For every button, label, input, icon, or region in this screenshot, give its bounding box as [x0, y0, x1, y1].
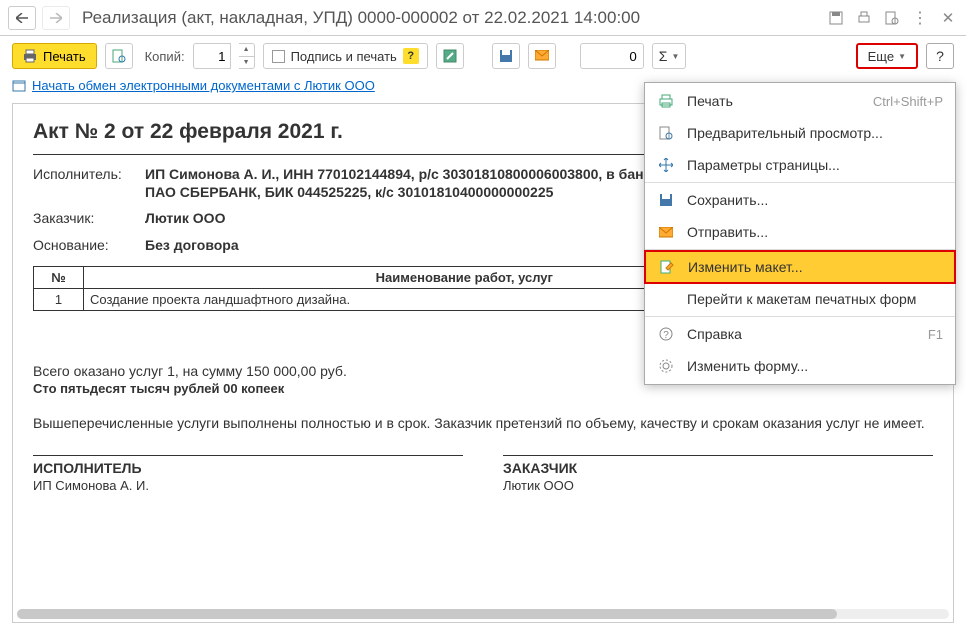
close-button[interactable]: ✕ [938, 8, 958, 28]
mail-icon [657, 223, 675, 241]
arrow-right-icon [50, 13, 62, 23]
chevron-down-icon: ▼ [898, 52, 906, 61]
more-dropdown: Печать Ctrl+Shift+P Предварительный прос… [644, 82, 956, 385]
chevron-down-icon: ▼ [671, 52, 679, 61]
print-button[interactable]: Печать [12, 43, 97, 69]
help-button[interactable]: ? [926, 43, 954, 69]
nav-back-button[interactable] [8, 6, 36, 30]
spinner-up[interactable]: ▲ [239, 44, 254, 57]
toolbar: Печать Копий: ▲▼ Подпись и печать ? Σ ▼ … [0, 36, 966, 76]
menu-save[interactable]: Сохранить... [645, 184, 955, 216]
sign-label: Подпись и печать [291, 49, 397, 64]
completion-note: Вышеперечисленные услуги выполнены полно… [33, 414, 933, 433]
edit-layout-icon [658, 258, 676, 276]
executor-label: Исполнитель: [33, 165, 145, 182]
printer-icon [657, 92, 675, 110]
blank-icon [657, 290, 675, 308]
horizontal-scrollbar[interactable] [17, 609, 949, 619]
page-params-icon [657, 156, 675, 174]
mail-icon [535, 50, 549, 62]
arrow-left-icon [16, 13, 28, 23]
print-header-icon[interactable] [854, 8, 874, 28]
titlebar: Реализация (акт, накладная, УПД) 0000-00… [0, 0, 966, 36]
more-button[interactable]: Еще ▼ [856, 43, 918, 69]
sig-executor-title: ИСПОЛНИТЕЛЬ [33, 460, 463, 476]
edo-link[interactable]: Начать обмен электронными документами с … [32, 78, 375, 93]
sign-stamp-button[interactable]: Подпись и печать ? [263, 43, 428, 69]
sigma-icon: Σ [659, 48, 668, 64]
more-header-icon[interactable]: ⋮ [910, 8, 930, 28]
nav-forward-button [42, 6, 70, 30]
scrollbar-thumb[interactable] [17, 609, 837, 619]
sign-checkbox[interactable] [272, 50, 285, 63]
menu-preview[interactable]: Предварительный просмотр... [645, 117, 955, 149]
save-button[interactable] [492, 43, 520, 69]
cell-num: 1 [34, 288, 84, 310]
copies-input[interactable] [193, 43, 231, 69]
link-icon [12, 80, 26, 92]
edit-icon [443, 49, 457, 63]
signature-row: ИСПОЛНИТЕЛЬ ИП Симонова А. И. ЗАКАЗЧИК Л… [33, 455, 933, 493]
settings-icon [657, 357, 675, 375]
preview-icon [112, 49, 126, 63]
sign-help-badge[interactable]: ? [403, 48, 419, 64]
copies-spinner[interactable]: ▲▼ [239, 43, 255, 69]
svg-text:?: ? [663, 330, 669, 341]
basis-label: Основание: [33, 236, 145, 253]
send-button[interactable] [528, 43, 556, 69]
help-icon: ? [657, 325, 675, 343]
save-header-icon[interactable] [826, 8, 846, 28]
preview-icon [657, 124, 675, 142]
sig-customer-name: Лютик ООО [503, 478, 933, 493]
sig-customer-title: ЗАКАЗЧИК [503, 460, 933, 476]
menu-send[interactable]: Отправить... [645, 216, 955, 248]
col-num: № [34, 266, 84, 288]
sum-input[interactable] [580, 43, 644, 69]
signature-customer: ЗАКАЗЧИК Лютик ООО [503, 455, 933, 493]
preview-button[interactable] [105, 43, 133, 69]
edit-button[interactable] [436, 43, 464, 69]
signature-executor: ИСПОЛНИТЕЛЬ ИП Симонова А. И. [33, 455, 463, 493]
save-icon [657, 191, 675, 209]
menu-print[interactable]: Печать Ctrl+Shift+P [645, 85, 955, 117]
sigma-button[interactable]: Σ ▼ [652, 43, 687, 69]
menu-separator [645, 182, 955, 183]
executor-value: ИП Симонова А. И., ИНН 770102144894, р/с… [145, 165, 685, 201]
menu-help[interactable]: ? Справка F1 [645, 318, 955, 350]
printer-icon [23, 49, 37, 63]
copies-label: Копий: [145, 49, 185, 64]
sig-executor-name: ИП Симонова А. И. [33, 478, 463, 493]
print-label: Печать [43, 49, 86, 64]
window-title: Реализация (акт, накладная, УПД) 0000-00… [82, 8, 820, 28]
menu-page-params[interactable]: Параметры страницы... [645, 149, 955, 181]
more-label: Еще [868, 49, 894, 64]
preview-header-icon[interactable] [882, 8, 902, 28]
menu-separator [645, 316, 955, 317]
save-icon [499, 49, 513, 63]
customer-label: Заказчик: [33, 209, 145, 226]
spinner-down[interactable]: ▼ [239, 57, 254, 69]
menu-goto-layouts[interactable]: Перейти к макетам печатных форм [645, 283, 955, 315]
menu-edit-form[interactable]: Изменить форму... [645, 350, 955, 382]
menu-edit-layout[interactable]: Изменить макет... [644, 250, 956, 284]
